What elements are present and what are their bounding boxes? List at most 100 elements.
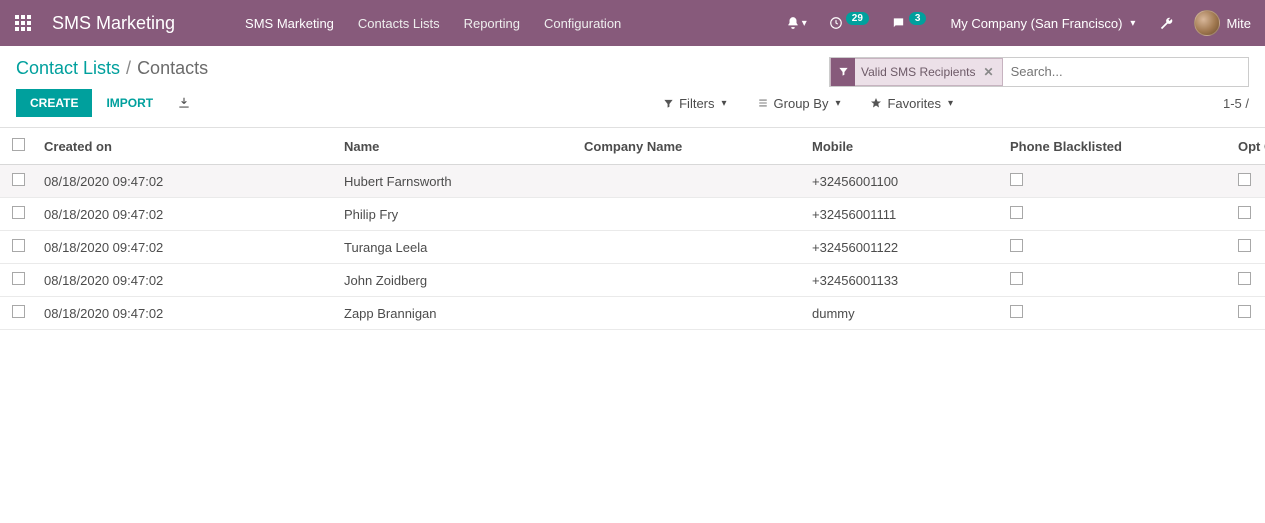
groupby-button[interactable]: Group By ▾	[757, 96, 841, 111]
col-created-on[interactable]: Created on	[36, 128, 336, 165]
breadcrumb-sep: /	[126, 58, 131, 79]
filters-label: Filters	[679, 96, 714, 111]
grid-icon	[15, 15, 31, 31]
funnel-icon	[663, 98, 674, 109]
user-menu[interactable]: Mite	[1188, 10, 1257, 36]
cell-optout	[1230, 297, 1265, 330]
cell-optout	[1230, 231, 1265, 264]
company-name: My Company (San Francisco)	[950, 16, 1122, 31]
checkbox-icon	[1238, 305, 1251, 318]
checkbox-icon	[12, 305, 25, 318]
checkbox-icon	[1010, 305, 1023, 318]
cell-company	[576, 297, 804, 330]
caret-down-icon: ▾	[802, 18, 807, 29]
cell-mobile: +32456001100	[804, 165, 1002, 198]
col-mobile[interactable]: Mobile	[804, 128, 1002, 165]
breadcrumb-active: Contacts	[137, 58, 208, 79]
cell-blacklisted	[1002, 165, 1230, 198]
pager[interactable]: 1-5 /	[1223, 96, 1249, 111]
cell-name: Philip Fry	[336, 198, 576, 231]
checkbox-icon	[12, 173, 25, 186]
cell-created: 08/18/2020 09:47:02	[36, 198, 336, 231]
cell-name: John Zoidberg	[336, 264, 576, 297]
debug-button[interactable]	[1151, 10, 1182, 37]
cell-company	[576, 165, 804, 198]
search-box[interactable]: Valid SMS Recipients ✕	[829, 57, 1249, 87]
cell-mobile: +32456001133	[804, 264, 1002, 297]
checkbox-icon	[1238, 239, 1251, 252]
list-icon	[757, 98, 769, 108]
menu-reporting[interactable]: Reporting	[454, 10, 530, 37]
cell-optout	[1230, 198, 1265, 231]
export-button[interactable]	[167, 90, 201, 116]
checkbox-icon	[1238, 206, 1251, 219]
table-row[interactable]: 08/18/2020 09:47:02Zapp Brannigandummy	[0, 297, 1265, 330]
table-row[interactable]: 08/18/2020 09:47:02Turanga Leela+3245600…	[0, 231, 1265, 264]
activities-button[interactable]: 29	[821, 10, 877, 36]
caret-down-icon: ▾	[948, 98, 953, 109]
checkbox-icon	[12, 206, 25, 219]
search-input[interactable]	[1003, 58, 1248, 86]
clock-icon	[829, 16, 843, 30]
filters-button[interactable]: Filters ▾	[663, 96, 726, 111]
menu-contacts-lists[interactable]: Contacts Lists	[348, 10, 450, 37]
checkbox-icon	[12, 239, 25, 252]
apps-icon[interactable]	[0, 0, 46, 46]
row-select[interactable]	[0, 231, 36, 264]
create-button[interactable]: Create	[16, 89, 92, 117]
avatar	[1194, 10, 1220, 36]
import-button[interactable]: Import	[92, 89, 167, 117]
remove-filter-icon[interactable]: ✕	[982, 65, 996, 79]
messages-badge: 3	[909, 12, 927, 25]
checkbox-icon	[1010, 239, 1023, 252]
row-select[interactable]	[0, 297, 36, 330]
search-filter-tag: Valid SMS Recipients ✕	[830, 58, 1003, 86]
user-name: Mite	[1226, 16, 1251, 31]
table-row[interactable]: 08/18/2020 09:47:02Hubert Farnsworth+324…	[0, 165, 1265, 198]
favorites-button[interactable]: Favorites ▾	[870, 96, 953, 111]
row-select[interactable]	[0, 198, 36, 231]
caret-down-icon: ▾	[1130, 18, 1135, 29]
bell-icon	[786, 16, 800, 30]
caret-down-icon: ▾	[722, 98, 727, 109]
company-switcher[interactable]: My Company (San Francisco) ▾	[940, 10, 1145, 37]
cell-name: Zapp Brannigan	[336, 297, 576, 330]
row-select[interactable]	[0, 165, 36, 198]
row-select[interactable]	[0, 264, 36, 297]
table-header-row: Created on Name Company Name Mobile Phon…	[0, 128, 1265, 165]
cell-created: 08/18/2020 09:47:02	[36, 297, 336, 330]
cell-blacklisted	[1002, 297, 1230, 330]
wrench-icon	[1159, 16, 1174, 31]
menu-configuration[interactable]: Configuration	[534, 10, 631, 37]
table-row[interactable]: 08/18/2020 09:47:02John Zoidberg+3245600…	[0, 264, 1265, 297]
checkbox-icon	[1010, 173, 1023, 186]
control-panel: Contact Lists / Contacts Valid SMS Recip…	[0, 46, 1265, 128]
favorites-label: Favorites	[887, 96, 940, 111]
cell-blacklisted	[1002, 264, 1230, 297]
cell-company	[576, 264, 804, 297]
menu-sms-marketing[interactable]: SMS Marketing	[235, 10, 344, 37]
cell-name: Turanga Leela	[336, 231, 576, 264]
cell-name: Hubert Farnsworth	[336, 165, 576, 198]
cell-optout	[1230, 264, 1265, 297]
col-optout[interactable]: Opt O	[1230, 128, 1265, 165]
cell-company	[576, 231, 804, 264]
cell-mobile: +32456001111	[804, 198, 1002, 231]
select-all-header[interactable]	[0, 128, 36, 165]
cell-mobile: +32456001122	[804, 231, 1002, 264]
messages-button[interactable]: 3	[883, 10, 935, 36]
col-blacklisted[interactable]: Phone Blacklisted	[1002, 128, 1230, 165]
filter-tag-label: Valid SMS Recipients	[861, 65, 976, 79]
app-brand[interactable]: SMS Marketing	[46, 13, 195, 34]
systray: ▾ 29 3 My Company (San Francisco) ▾ Mite	[778, 10, 1257, 37]
main-menu: SMS Marketing Contacts Lists Reporting C…	[235, 10, 631, 37]
checkbox-icon	[12, 272, 25, 285]
col-company[interactable]: Company Name	[576, 128, 804, 165]
breadcrumb-parent[interactable]: Contact Lists	[16, 58, 120, 79]
activities-badge: 29	[846, 12, 869, 25]
top-navbar: SMS Marketing SMS Marketing Contacts Lis…	[0, 0, 1265, 46]
notifications-button[interactable]: ▾	[778, 10, 815, 36]
cell-blacklisted	[1002, 231, 1230, 264]
col-name[interactable]: Name	[336, 128, 576, 165]
table-row[interactable]: 08/18/2020 09:47:02Philip Fry +3245600111…	[0, 198, 1265, 231]
